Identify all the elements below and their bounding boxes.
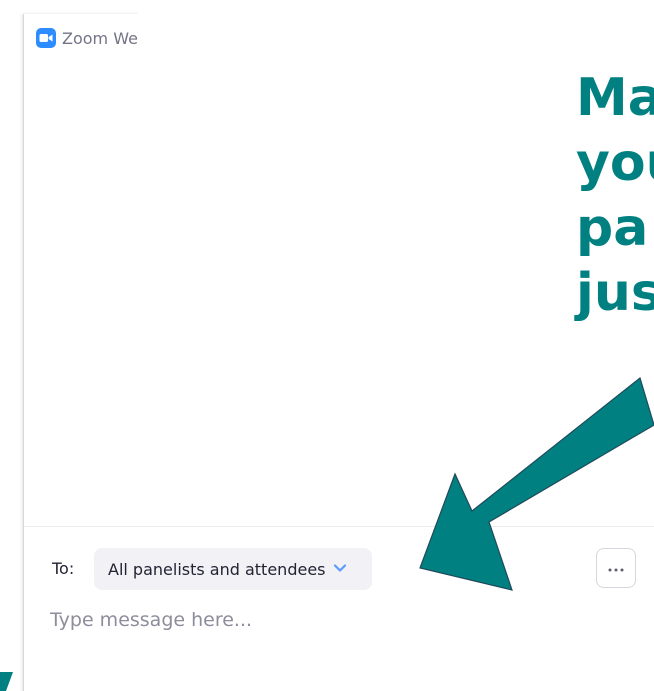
pointer-arrow-graphic <box>0 376 654 691</box>
slide: Zoom Webinar Chat Ma you pa jus To: All … <box>0 0 654 691</box>
slide-arrow-fragment <box>0 672 13 691</box>
pointer-arrow <box>419 376 654 591</box>
